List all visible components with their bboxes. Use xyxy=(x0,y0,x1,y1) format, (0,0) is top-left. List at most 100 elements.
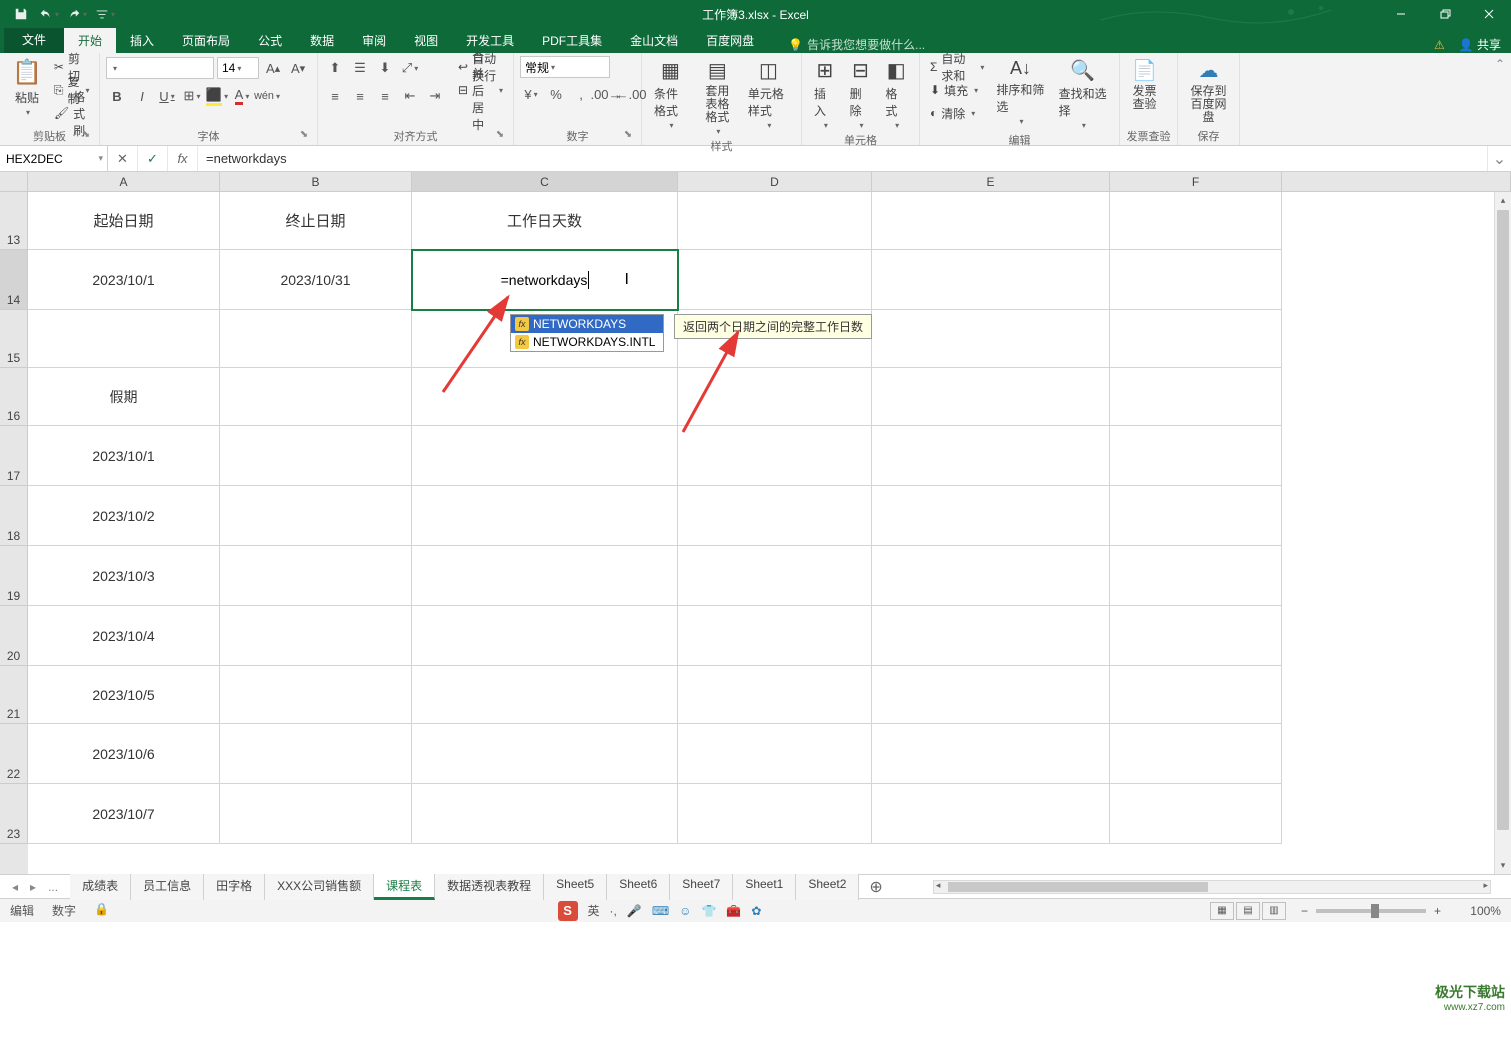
percent-button[interactable]: % xyxy=(545,83,567,105)
align-center-button[interactable]: ≡ xyxy=(349,85,371,107)
row-header-14[interactable]: 14 xyxy=(0,250,28,310)
cells-area[interactable]: 2023/10/72023/10/62023/10/52023/10/42023… xyxy=(28,192,1511,874)
active-cell-C14[interactable]: =networkdays I xyxy=(411,249,679,311)
font-launcher[interactable]: ⬊ xyxy=(297,129,311,143)
underline-button[interactable]: U xyxy=(156,85,178,107)
cancel-formula-button[interactable]: ✕ xyxy=(108,146,138,171)
conditional-format-button[interactable]: ▦条件格式 xyxy=(648,56,693,132)
cell-F21[interactable] xyxy=(1110,666,1282,724)
row-header-15[interactable]: 15 xyxy=(0,310,28,368)
row-header-18[interactable]: 18 xyxy=(0,486,28,546)
save-to-cloud-button[interactable]: ☁保存到 百度网盘 xyxy=(1184,56,1233,127)
cell-A18[interactable]: 2023/10/2 xyxy=(28,486,220,546)
tab-kingsoft-docs[interactable]: 金山文档 xyxy=(616,28,692,53)
sort-filter-button[interactable]: A↓排序和筛选 xyxy=(990,56,1050,128)
cell-C18[interactable] xyxy=(412,486,678,546)
save-button[interactable] xyxy=(8,2,34,26)
sheet-more[interactable]: ... xyxy=(44,878,62,896)
invoice-check-button[interactable]: 📄发票 查验 xyxy=(1126,56,1163,113)
cell-D13[interactable] xyxy=(678,192,872,250)
cell-E21[interactable] xyxy=(872,666,1110,724)
align-middle-button[interactable]: ☰ xyxy=(349,57,371,79)
sheet-tab-成绩表[interactable]: 成绩表 xyxy=(70,874,131,900)
undo-button[interactable] xyxy=(36,2,62,26)
cell-E18[interactable] xyxy=(872,486,1110,546)
share-button[interactable]: 👤 共享 xyxy=(1459,36,1501,53)
fill-button[interactable]: ⬇填充 xyxy=(926,79,988,101)
tab-pdf-tools[interactable]: PDF工具集 xyxy=(528,28,616,53)
sheet-tab-Sheet7[interactable]: Sheet7 xyxy=(670,874,733,900)
ime-punct-icon[interactable]: ·, xyxy=(610,904,617,918)
warning-icon[interactable]: ⚠ xyxy=(1434,38,1445,52)
insert-cells-button[interactable]: ⊞插入 xyxy=(808,56,842,132)
cell-A17[interactable]: 2023/10/1 xyxy=(28,426,220,486)
bold-button[interactable]: B xyxy=(106,85,128,107)
ime-user-icon[interactable]: 👕 xyxy=(701,904,716,918)
cell-B23[interactable] xyxy=(220,784,412,844)
currency-button[interactable]: ¥ xyxy=(520,83,542,105)
function-autocomplete[interactable]: fxNETWORKDAYS fxNETWORKDAYS.INTL xyxy=(510,314,664,352)
restore-button[interactable] xyxy=(1423,0,1467,28)
col-header-blank[interactable] xyxy=(1282,172,1511,191)
cell-B16[interactable] xyxy=(220,368,412,426)
align-left-button[interactable]: ≡ xyxy=(324,85,346,107)
insert-function-button[interactable]: fx xyxy=(168,146,198,171)
cell-A14[interactable]: 2023/10/1 xyxy=(28,250,220,310)
sheet-tab-员工信息[interactable]: 员工信息 xyxy=(131,874,204,900)
cell-F17[interactable] xyxy=(1110,426,1282,486)
align-top-button[interactable]: ⬆ xyxy=(324,57,346,79)
sheet-tab-Sheet2[interactable]: Sheet2 xyxy=(796,874,859,900)
expand-formula-bar[interactable]: ⌄ xyxy=(1487,146,1511,171)
tab-formulas[interactable]: 公式 xyxy=(244,28,296,53)
delete-cells-button[interactable]: ⊟删除 xyxy=(844,56,878,132)
cell-D18[interactable] xyxy=(678,486,872,546)
collapse-ribbon-button[interactable]: ⌃ xyxy=(1495,57,1505,71)
cell-A23[interactable]: 2023/10/7 xyxy=(28,784,220,844)
cell-D16[interactable] xyxy=(678,368,872,426)
zoom-slider[interactable] xyxy=(1316,909,1426,913)
row-header-17[interactable]: 17 xyxy=(0,426,28,486)
cell-A13[interactable]: 起始日期 xyxy=(28,192,220,250)
vscroll-thumb[interactable] xyxy=(1497,210,1509,830)
cell-styles-button[interactable]: ◫单元格样式 xyxy=(742,56,795,132)
cell-E17[interactable] xyxy=(872,426,1110,486)
tab-review[interactable]: 审阅 xyxy=(348,28,400,53)
row-header-22[interactable]: 22 xyxy=(0,724,28,784)
cell-B20[interactable] xyxy=(220,606,412,666)
ime-lang[interactable]: 英 xyxy=(588,902,600,919)
sheet-tab-课程表[interactable]: 课程表 xyxy=(374,874,435,900)
cell-C23[interactable] xyxy=(412,784,678,844)
cell-B14[interactable]: 2023/10/31 xyxy=(220,250,412,310)
merge-center-button[interactable]: ⊟合并后居中 xyxy=(454,79,507,101)
zoom-thumb[interactable] xyxy=(1371,904,1379,918)
increase-indent-button[interactable]: ⇥ xyxy=(424,85,446,107)
cell-F16[interactable] xyxy=(1110,368,1282,426)
normal-view-button[interactable]: ▦ xyxy=(1210,902,1234,920)
cell-C20[interactable] xyxy=(412,606,678,666)
row-header-16[interactable]: 16 xyxy=(0,368,28,426)
tab-view[interactable]: 视图 xyxy=(400,28,452,53)
align-bottom-button[interactable]: ⬇ xyxy=(374,57,396,79)
cell-C21[interactable] xyxy=(412,666,678,724)
sheet-nav-first[interactable]: ◂ xyxy=(8,878,22,896)
row-header-20[interactable]: 20 xyxy=(0,606,28,666)
autocomplete-item-networkdays-intl[interactable]: fxNETWORKDAYS.INTL xyxy=(511,333,663,351)
cell-A19[interactable]: 2023/10/3 xyxy=(28,546,220,606)
cell-A15[interactable] xyxy=(28,310,220,368)
orientation-button[interactable]: ⤢ xyxy=(399,57,421,79)
cell-E15[interactable] xyxy=(872,310,1110,368)
sheet-tab-数据透视表教程[interactable]: 数据透视表教程 xyxy=(435,874,544,900)
cell-F22[interactable] xyxy=(1110,724,1282,784)
col-header-F[interactable]: F xyxy=(1110,172,1282,191)
sheet-tab-Sheet1[interactable]: Sheet1 xyxy=(733,874,796,900)
col-header-A[interactable]: A xyxy=(28,172,220,191)
ime-voice-icon[interactable]: 🎤 xyxy=(627,904,642,918)
autosum-button[interactable]: Σ自动求和 xyxy=(926,56,988,78)
format-painter-button[interactable]: 🖌格式刷 xyxy=(50,102,94,124)
cell-C16[interactable] xyxy=(412,368,678,426)
cell-D23[interactable] xyxy=(678,784,872,844)
cell-E23[interactable] xyxy=(872,784,1110,844)
sheet-tab-Sheet6[interactable]: Sheet6 xyxy=(607,874,670,900)
cell-B15[interactable] xyxy=(220,310,412,368)
cell-C13[interactable]: 工作日天数 xyxy=(412,192,678,250)
